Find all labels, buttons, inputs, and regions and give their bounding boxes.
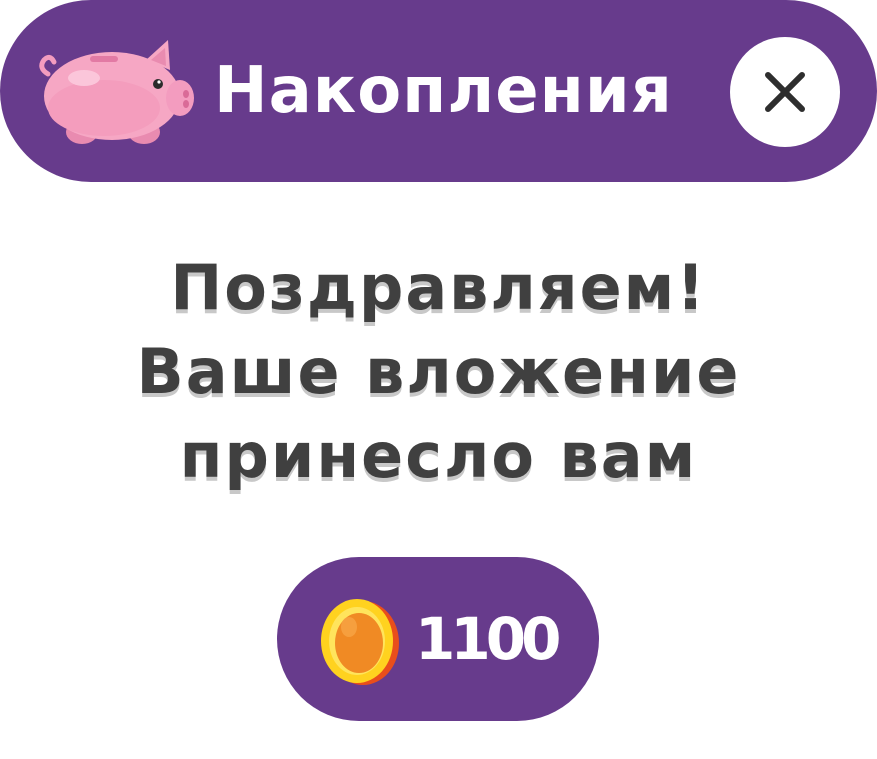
close-button[interactable] (730, 37, 840, 147)
coin-icon (321, 599, 399, 685)
message-line-1: Поздравляем! (170, 251, 707, 324)
savings-reward-dialog: Накопления Поздравляем! Ваше вложение пр… (0, 0, 877, 759)
reward-amount: 1100 (415, 605, 561, 673)
dialog-title: Накопления (214, 54, 673, 128)
reward-badge: 1100 (277, 557, 599, 721)
message-line-2: Ваше вложение (136, 335, 741, 408)
message-line-3: принесло вам (179, 419, 698, 492)
dialog-header: Накопления (0, 0, 877, 182)
piggy-bank-icon (39, 40, 194, 144)
congratulation-message: Поздравляем! Ваше вложение принесло вам (0, 246, 877, 498)
close-icon (765, 72, 805, 112)
